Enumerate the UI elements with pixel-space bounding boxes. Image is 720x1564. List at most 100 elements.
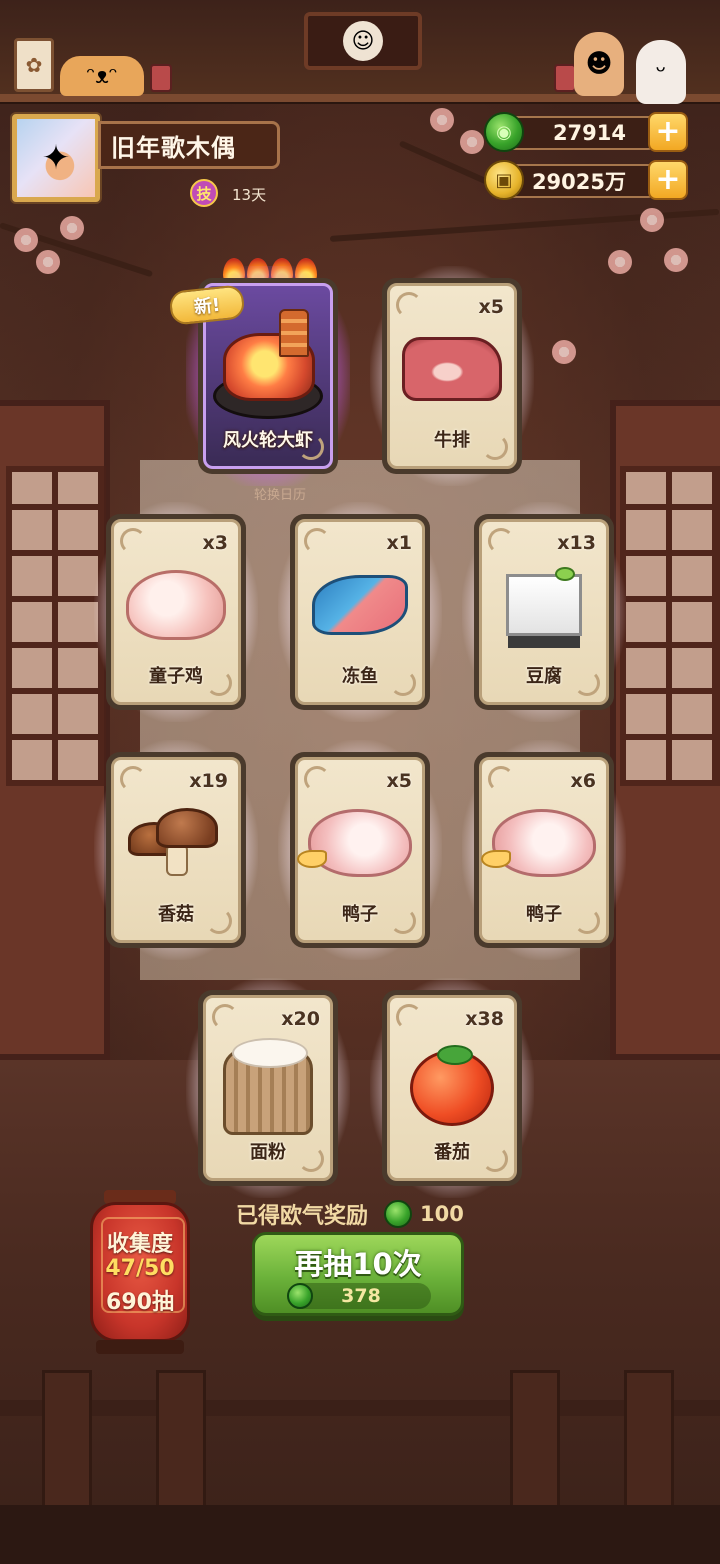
left-door [0, 400, 110, 1060]
card-4[interactable]: x13 豆腐 [462, 502, 626, 722]
granny-icon: ☺ [343, 21, 383, 61]
card-name: 香菇 [158, 904, 194, 925]
card-body: x19 香菇 [106, 752, 246, 948]
blossom-flower [60, 216, 84, 240]
fence-post [42, 1370, 92, 1510]
left-door-lattice [6, 466, 106, 786]
card-9[interactable]: x38 番茄 [370, 978, 534, 1198]
card-1[interactable]: x5 牛排 [370, 266, 534, 486]
reward-label: 已得欧气奖励 [236, 1204, 369, 1229]
card-name: 鸭子 [526, 904, 562, 925]
draw-cost: 378 [287, 1283, 431, 1309]
bottom-strip [0, 1505, 720, 1564]
skill-days: 13天 [232, 186, 267, 204]
tomato-icon [410, 1045, 494, 1126]
fence-rail [0, 1400, 720, 1416]
blossom-flower [460, 130, 484, 154]
blossom-flower [430, 108, 454, 132]
reward-value: 100 [420, 1202, 464, 1226]
right-door [610, 400, 720, 1060]
blossom-flower [608, 250, 632, 274]
card-inner: x5 牛排 [387, 283, 517, 469]
player-name: 旧年歌木偶 [111, 133, 236, 162]
blossom-flower [640, 208, 664, 232]
card-body: x38 番茄 [382, 990, 522, 1186]
card-inner: x6 鸭子 [479, 757, 609, 943]
chef-npc-icon: ☻ [574, 32, 624, 96]
game-scene: ☺ ✿ ᵔᴥᵔ ☻ ᵕ ✦ 旧年歌木偶 技 13天 27914 ◉ + 2902… [0, 0, 720, 1564]
jade-coin-icon [384, 1200, 413, 1228]
cat-npc-icon: ᵕ [636, 40, 686, 104]
card-count: x19 [189, 770, 228, 792]
duck-icon [297, 808, 412, 877]
card-inner: x20 面粉 [203, 995, 333, 1181]
hanging-plaque: ☺ [304, 12, 422, 70]
card-body: x1 冻鱼 [290, 514, 430, 710]
sleeping-cat-icon: ᵔᴥᵔ [60, 56, 144, 96]
draw-again-button[interactable]: 再抽10次 378 [252, 1232, 464, 1316]
card-6[interactable]: x5 鸭子 [278, 740, 442, 960]
gold-currency: 29025万 ▣ + [484, 160, 688, 200]
jade-currency: 27914 ◉ + [484, 112, 688, 152]
card-body: x20 面粉 [198, 990, 338, 1186]
rotation-calendar-label: 轮换日历 [253, 488, 306, 503]
fence-post [624, 1370, 674, 1510]
card-inner: x1 冻鱼 [295, 519, 425, 705]
lantern-stand [96, 1340, 184, 1354]
fence-post [156, 1370, 206, 1510]
card-body: x5 牛排 [382, 278, 522, 474]
card-7[interactable]: x6 鸭子 [462, 740, 626, 960]
card-inner: x5 鸭子 [295, 757, 425, 943]
collection-lantern[interactable]: 收集度 47/50 690抽 [90, 1190, 190, 1360]
gold-coin-icon: ▣ [484, 160, 524, 200]
jade-coin-icon [287, 1283, 313, 1309]
collection-total-draws: 690抽 [106, 1290, 174, 1315]
mushroom-icon [126, 807, 226, 878]
card-body: x13 豆腐 [474, 514, 614, 710]
card-2[interactable]: x3 童子鸡 [94, 502, 258, 722]
steak-icon [402, 336, 502, 401]
card-name: 鸭子 [342, 904, 378, 925]
add-gold-button[interactable]: + [648, 160, 688, 200]
card-count: x13 [557, 532, 596, 554]
collection-label: 收集度 [106, 1232, 173, 1257]
card-name: 番茄 [434, 1142, 470, 1163]
draw-cost-value: 378 [341, 1285, 381, 1307]
card-3[interactable]: x1 冻鱼 [278, 502, 442, 722]
card-inner: x3 童子鸡 [111, 519, 241, 705]
card-body: x6 鸭子 [474, 752, 614, 948]
card-name: 风火轮大虾 [223, 430, 313, 451]
player-avatar[interactable]: ✦ [12, 114, 100, 202]
fence-post [510, 1370, 560, 1510]
lucky-reward: 已得欧气奖励 100 [236, 1198, 496, 1230]
card-count: x38 [465, 1008, 504, 1030]
flour-sack-icon [223, 1037, 313, 1135]
card-count: x20 [281, 1008, 320, 1030]
tofu-icon [506, 566, 582, 636]
right-door-lattice [620, 466, 720, 786]
jar-icon [150, 64, 172, 92]
card-8[interactable]: x20 面粉 [186, 978, 350, 1198]
card-name: 牛排 [434, 430, 470, 451]
paw-frame-icon: ✿ [14, 38, 54, 92]
blossom-flower [36, 250, 60, 274]
card-name: 面粉 [250, 1142, 286, 1163]
jar-icon [554, 64, 576, 92]
skill-badge-icon[interactable]: 技 [190, 179, 218, 207]
card-count: x5 [478, 296, 504, 318]
card-5[interactable]: x19 香菇 [94, 740, 258, 960]
card-body: x5 鸭子 [290, 752, 430, 948]
add-jade-button[interactable]: + [648, 112, 688, 152]
card-name: 豆腐 [526, 666, 562, 687]
gold-amount: 29025万 [504, 164, 654, 198]
jade-coin-icon: ◉ [484, 112, 524, 152]
card-name: 冻鱼 [342, 666, 378, 687]
frozen-fish-icon [312, 574, 408, 635]
card-inner: x38 番茄 [387, 995, 517, 1181]
draw-button-label: 再抽10次 [294, 1247, 422, 1281]
player-name-plate[interactable]: 旧年歌木偶 [98, 121, 280, 169]
card-count: x3 [202, 532, 228, 554]
duck-icon [481, 808, 596, 877]
blossom-flower [664, 248, 688, 272]
card-body: x3 童子鸡 [106, 514, 246, 710]
